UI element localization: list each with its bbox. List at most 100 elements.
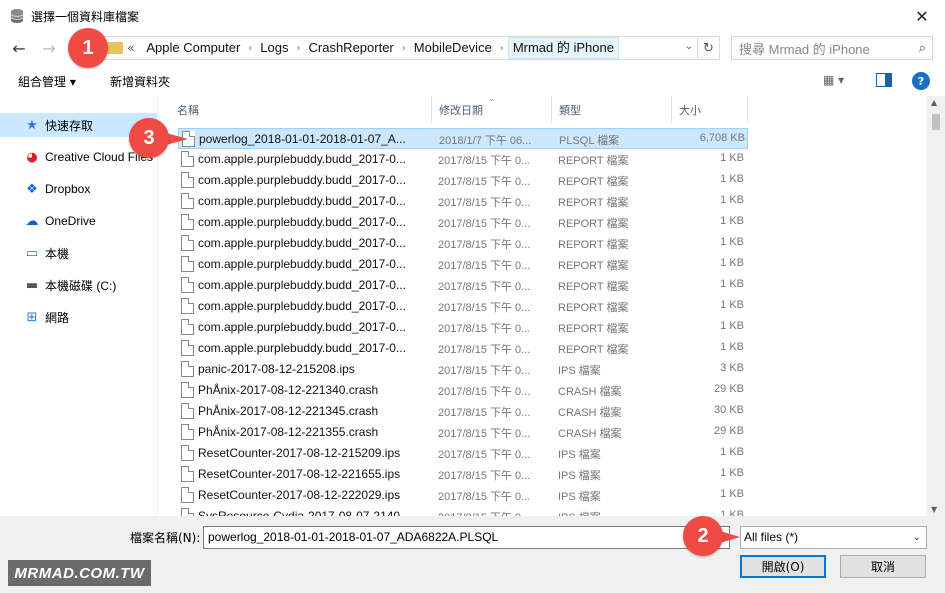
file-size: 29 KB (714, 383, 744, 395)
sidebar-item-this-pc[interactable]: ▭ 本機 (0, 241, 157, 265)
file-type: REPORT 檔案 (558, 239, 629, 251)
file-row[interactable]: PhÅnix-2017-08-12-221355.crash 2017/8/15 … (178, 422, 748, 443)
chevron-right-icon[interactable]: › (293, 43, 305, 54)
file-type: IPS 檔案 (558, 470, 601, 482)
sidebar-item-onedrive[interactable]: ☁ OneDrive (0, 209, 157, 233)
file-name: PhÅnix-2017-08-12-221355.crash (198, 425, 379, 439)
file-row[interactable]: SysResource-Cydia-2017-08-07-2140... 2017… (178, 506, 748, 516)
file-name: ResetCounter-2017-08-12-222029.ips (198, 488, 401, 502)
file-row[interactable]: ResetCounter-2017-08-12-215209.ips 2017/8… (178, 443, 748, 464)
file-size: 1 KB (720, 299, 744, 311)
file-row[interactable]: powerlog_2018-01-01-2018-01-07_A... 2018/… (178, 128, 748, 149)
file-row[interactable]: com.apple.purplebuddy.budd_2017-0... 2017… (178, 233, 748, 254)
filetype-select[interactable]: All files (*) ⌄ (740, 526, 927, 549)
annotation-badge-1: 1 (68, 28, 108, 68)
file-type: PLSQL 檔案 (559, 135, 620, 147)
sidebar-item-dropbox[interactable]: ❖ Dropbox (0, 177, 157, 201)
file-date: 2017/8/15 下午 0... (438, 260, 531, 272)
open-button[interactable]: 開啟(O) (740, 555, 826, 578)
file-row[interactable]: com.apple.purplebuddy.budd_2017-0... 2017… (178, 317, 748, 338)
address-bar[interactable]: « Apple Computer › Logs › CrashReporter … (100, 36, 698, 60)
forward-button[interactable]: → (38, 36, 60, 60)
filename-input[interactable]: powerlog_2018-01-01-2018-01-07_ADA6822A.… (203, 526, 730, 549)
vertical-scrollbar[interactable]: ▲ ▼ (927, 96, 945, 516)
file-type: REPORT 檔案 (558, 323, 629, 335)
column-header-date[interactable]: ⌄ 修改日期 (432, 96, 552, 123)
file-name: PhÅnix-2017-08-12-221345.crash (198, 404, 379, 418)
search-input[interactable]: 搜尋 Mrmad 的 iPhone ⌕ (731, 36, 933, 60)
file-icon (181, 487, 194, 503)
breadcrumb-mobiledevice[interactable]: MobileDevice (410, 37, 496, 59)
help-icon[interactable]: ? (912, 72, 930, 90)
column-header-name[interactable]: 名稱 (170, 96, 432, 123)
file-row[interactable]: com.apple.purplebuddy.budd_2017-0... 2017… (178, 212, 748, 233)
star-icon: ★ (26, 117, 38, 133)
folder-icon (107, 42, 123, 54)
title-bar: 選擇一個資料庫檔案 ✕ (0, 0, 945, 32)
column-header-type[interactable]: 類型 (552, 96, 672, 123)
scrollbar-thumb[interactable] (932, 114, 940, 130)
column-header-size[interactable]: 大小 (672, 96, 748, 123)
cancel-button[interactable]: 取消 (840, 555, 926, 578)
chevron-right-icon[interactable]: › (244, 43, 256, 54)
sidebar-item-network[interactable]: ⊞ 網路 (0, 305, 157, 329)
sort-arrow-icon: ⌄ (488, 96, 495, 103)
file-icon (181, 508, 194, 516)
chevron-right-icon[interactable]: › (398, 43, 410, 54)
file-row[interactable]: PhÅnix-2017-08-12-221345.crash 2017/8/15 … (178, 401, 748, 422)
address-overflow[interactable]: « (127, 41, 134, 55)
file-date: 2017/8/15 下午 0... (438, 323, 531, 335)
file-type: REPORT 檔案 (558, 176, 629, 188)
new-folder-button[interactable]: 新增資料夾 (110, 73, 170, 90)
breadcrumb-logs[interactable]: Logs (256, 37, 292, 59)
breadcrumb-current[interactable]: Mrmad 的 iPhone (507, 37, 619, 59)
close-button[interactable]: ✕ (899, 0, 945, 32)
file-size: 1 KB (720, 236, 744, 248)
breadcrumb-crashreporter[interactable]: CrashReporter (305, 37, 398, 59)
file-name: com.apple.purplebuddy.budd_2017-0... (198, 299, 406, 313)
file-icon (181, 172, 194, 188)
sidebar-item-label: 網路 (45, 310, 70, 325)
preview-pane-icon[interactable] (876, 73, 892, 87)
database-icon (10, 9, 24, 23)
view-options-button[interactable]: ▦ ▾ (823, 73, 844, 87)
file-row[interactable]: com.apple.purplebuddy.budd_2017-0... 2017… (178, 254, 748, 275)
file-row[interactable]: ResetCounter-2017-08-12-222029.ips 2017/8… (178, 485, 748, 506)
annotation-pointer-3 (166, 133, 188, 145)
file-name: ResetCounter-2017-08-12-215209.ips (198, 446, 401, 460)
file-row[interactable]: com.apple.purplebuddy.budd_2017-0... 2017… (178, 149, 748, 170)
sidebar-item-label: OneDrive (45, 214, 96, 228)
file-name: com.apple.purplebuddy.budd_2017-0... (198, 278, 406, 292)
file-name: com.apple.purplebuddy.budd_2017-0... (198, 257, 406, 271)
file-row[interactable]: PhÅnix-2017-08-12-221340.crash 2017/8/15 … (178, 380, 748, 401)
back-button[interactable]: ← (8, 36, 30, 60)
chevron-right-icon[interactable]: › (496, 43, 508, 54)
file-type: REPORT 檔案 (558, 260, 629, 272)
file-name: PhÅnix-2017-08-12-221340.crash (198, 383, 379, 397)
dropbox-icon: ❖ (26, 181, 38, 197)
file-row[interactable]: com.apple.purplebuddy.budd_2017-0... 2017… (178, 170, 748, 191)
onedrive-icon: ☁ (25, 213, 39, 229)
file-row[interactable]: com.apple.purplebuddy.budd_2017-0... 2017… (178, 191, 748, 212)
file-size: 1 KB (720, 509, 744, 516)
file-name: ResetCounter-2017-08-12-221655.ips (198, 467, 401, 481)
breadcrumb-apple-computer[interactable]: Apple Computer (142, 37, 244, 59)
organize-menu[interactable]: 組合管理 ▾ (18, 73, 76, 90)
file-row[interactable]: com.apple.purplebuddy.budd_2017-0... 2017… (178, 275, 748, 296)
file-row[interactable]: com.apple.purplebuddy.budd_2017-0... 2017… (178, 296, 748, 317)
file-name: com.apple.purplebuddy.budd_2017-0... (198, 173, 406, 187)
file-type: IPS 檔案 (558, 449, 601, 461)
chevron-down-icon[interactable]: ⌄ (685, 41, 693, 52)
column-label: 類型 (559, 103, 581, 117)
file-row[interactable]: ResetCounter-2017-08-12-221655.ips 2017/8… (178, 464, 748, 485)
scroll-up-icon[interactable]: ▲ (931, 98, 937, 107)
file-icon (181, 424, 194, 440)
file-row[interactable]: com.apple.purplebuddy.budd_2017-0... 2017… (178, 338, 748, 359)
network-icon: ⊞ (26, 309, 38, 325)
column-label: 名稱 (177, 103, 199, 117)
sidebar-item-local-disk[interactable]: ▬ 本機磁碟 (C:) (0, 273, 157, 297)
file-row[interactable]: panic-2017-08-12-215208.ips 2017/8/15 下午 … (178, 359, 748, 380)
scroll-down-icon[interactable]: ▼ (931, 505, 937, 514)
refresh-button[interactable]: ↻ (698, 36, 720, 60)
file-icon (181, 277, 194, 293)
